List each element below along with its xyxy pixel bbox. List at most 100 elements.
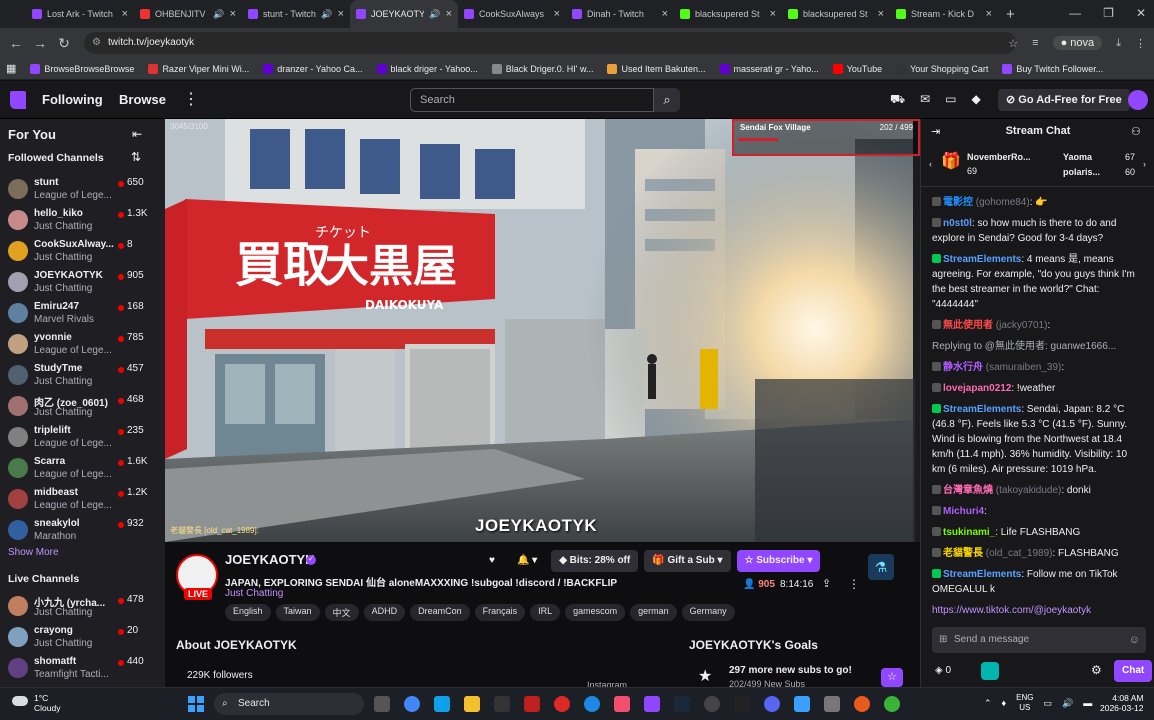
sidebar-channel-item[interactable]: yvonnie League of Lege... 785 — [0, 331, 165, 362]
tab-close-icon[interactable]: × — [446, 8, 452, 20]
sidebar-channel-item[interactable]: Scarra League of Lege... 1.6K — [0, 455, 165, 486]
clock[interactable]: 4:08 AM 2026-03-12 — [1100, 693, 1143, 713]
app-icon-10[interactable] — [884, 696, 900, 712]
nav-following[interactable]: Following — [42, 92, 103, 107]
browser-tab[interactable]: blacksupered St × — [674, 0, 782, 28]
browser-tab[interactable]: OHBENJITV 🔊 × — [134, 0, 242, 28]
chat-username[interactable]: StreamElements — [943, 254, 1021, 265]
more-options-icon[interactable]: ⋮ — [183, 89, 199, 109]
leaderboard-next-icon[interactable]: › — [1143, 159, 1146, 169]
site-info-icon[interactable]: ⚙ — [92, 32, 101, 54]
bookmark-star-icon[interactable]: ☆ — [1008, 37, 1018, 50]
stream-tag[interactable]: English — [225, 604, 271, 621]
back-icon[interactable]: ← — [4, 35, 28, 51]
app-icon-8[interactable] — [824, 696, 840, 712]
tab-close-icon[interactable]: × — [554, 8, 560, 20]
network-icon[interactable]: ▭ — [1043, 698, 1052, 709]
edge-icon[interactable] — [434, 696, 450, 712]
follow-heart-button[interactable]: ♥ — [481, 550, 503, 572]
steam-icon[interactable] — [674, 696, 690, 712]
sidebar-channel-item[interactable]: StudyTme Just Chatting 457 — [0, 362, 165, 393]
sidebar-channel-item[interactable]: 小九九 (yrcha... Just Chatting 478 — [0, 593, 165, 624]
tab-close-icon[interactable]: × — [662, 8, 668, 20]
gift-drop-icon[interactable]: ⚗ — [868, 554, 894, 580]
browser-tab[interactable]: JOEYKAOTYK 🔊 × — [350, 0, 458, 28]
tab-close-icon[interactable]: × — [122, 8, 128, 20]
bookmark-item[interactable]: Your Shopping Cart — [896, 63, 988, 74]
browser-tab[interactable]: Stream - Kick D × — [890, 0, 998, 28]
leaderboard-prev-icon[interactable]: ‹ — [929, 159, 932, 169]
stream-tag[interactable]: DreamCon — [410, 604, 470, 621]
notifications-button[interactable]: 🔔 ▾ — [509, 550, 545, 572]
bits-icon[interactable]: ◆ — [972, 92, 981, 108]
battery-icon[interactable]: ▬ — [1083, 698, 1092, 708]
app-icon-1[interactable] — [494, 696, 510, 712]
search-icon[interactable]: ⌕ — [654, 88, 680, 112]
video-player[interactable]: 買取 大黒屋 チケット DAIKOKUYA 3045/3100 Sendai F… — [165, 119, 920, 542]
subscribe-button[interactable]: ☆ Subscribe ▾ — [736, 550, 821, 572]
app-icon-3[interactable] — [554, 696, 570, 712]
user-avatar[interactable] — [1128, 90, 1148, 110]
tab-close-icon[interactable]: × — [878, 8, 884, 20]
stream-category[interactable]: Just Chatting — [225, 588, 283, 599]
sidebar-channel-item[interactable]: stunt League of Lege... 650 — [0, 176, 165, 207]
more-actions-icon[interactable]: ⋮ — [848, 577, 860, 591]
bits-button[interactable]: ◆ Bits: 28% off — [551, 550, 639, 572]
forward-icon[interactable]: → — [28, 35, 52, 51]
close-window-icon[interactable]: ✕ — [1136, 6, 1146, 20]
sidebar-channel-item[interactable]: 肉乙 (zoe_0601) Just Chatting 468 — [0, 393, 165, 424]
stream-tag[interactable]: german — [630, 604, 677, 621]
gift-sub-button[interactable]: 🎁 Gift a Sub ▾ — [644, 550, 731, 572]
sidebar-channel-item[interactable]: triplelift League of Lege... 235 — [0, 424, 165, 455]
browser-tab[interactable]: Lost Ark - Twitch × — [26, 0, 134, 28]
chat-send-button[interactable]: Chat — [1114, 660, 1153, 682]
app-icon-7[interactable] — [794, 696, 810, 712]
discord-icon[interactable] — [764, 696, 780, 712]
chat-settings-icon[interactable]: ⚙ — [1091, 663, 1102, 677]
whispers-icon[interactable]: ▭ — [945, 92, 956, 108]
sidebar-channel-item[interactable]: JOEYKAOTYK Just Chatting 905 — [0, 269, 165, 300]
bookmark-item[interactable]: Used Item Bakuten... — [607, 63, 706, 74]
chat-system-text[interactable]: https://www.tiktok.com/@joeykaotyk — [932, 605, 1091, 616]
chat-username[interactable]: 台灣章魚燒 — [943, 485, 993, 496]
share-icon[interactable]: ⇪ — [822, 577, 831, 590]
stream-tag[interactable]: IRL — [530, 604, 561, 621]
channel-points[interactable]: ◈ 0 — [935, 665, 951, 676]
sort-icon[interactable]: ⇅ — [131, 150, 141, 164]
bookmark-item[interactable]: masserati gr - Yaho... — [719, 63, 819, 74]
volume-icon[interactable]: 🔊 — [1062, 698, 1073, 709]
tab-close-icon[interactable]: × — [986, 8, 992, 20]
stream-tag[interactable]: Taiwan — [275, 604, 320, 621]
bookmark-item[interactable]: dranzer - Yahoo Ca... — [263, 63, 363, 74]
app-icon-6[interactable] — [734, 696, 750, 712]
show-more-link[interactable]: Show More — [8, 547, 59, 558]
streamer-name[interactable]: JOEYKAOTYK — [225, 552, 315, 567]
tab-close-icon[interactable]: × — [230, 8, 236, 20]
bookmark-item[interactable]: YouTube — [832, 63, 882, 74]
sidebar-channel-item[interactable]: crayong Just Chatting 20 — [0, 624, 165, 655]
emote-picker-icon[interactable]: ☺ — [1129, 627, 1140, 653]
app-icon-9[interactable] — [854, 696, 870, 712]
bookmark-item[interactable]: Buy Twitch Follower... — [1002, 63, 1103, 74]
chat-username[interactable]: n0st0l — [943, 218, 972, 229]
sidebar-channel-item[interactable]: midbeast League of Lege... 1.2K — [0, 486, 165, 517]
file-explorer-icon[interactable] — [464, 696, 480, 712]
weather-widget[interactable]: 1°C Cloudy — [34, 693, 60, 713]
tab-audio-icon[interactable]: 🔊 — [213, 9, 224, 20]
prime-loot-icon[interactable]: ⛟ — [890, 92, 905, 108]
twitch-logo-icon[interactable] — [10, 91, 26, 109]
language-indicator[interactable]: ENG US — [1016, 693, 1033, 713]
browser-tab[interactable]: CookSuxAlways × — [458, 0, 566, 28]
tray-overflow-icon[interactable]: ⌃ — [984, 698, 992, 709]
task-view-icon[interactable] — [374, 696, 390, 712]
url-field[interactable]: ⚙ twitch.tv/joeykaotyk — [84, 32, 1016, 54]
stream-tag[interactable]: Germany — [681, 604, 735, 621]
app-icon-4[interactable] — [584, 696, 600, 712]
chat-username[interactable]: tsukinami_ — [943, 527, 995, 538]
chat-username[interactable]: lovejapan0212 — [943, 383, 1011, 394]
chat-username[interactable]: StreamElements — [943, 569, 1021, 580]
inbox-icon[interactable]: ✉ — [920, 92, 930, 108]
new-tab-button[interactable]: + — [1006, 6, 1015, 23]
sidebar-channel-item[interactable]: hello_kiko Just Chatting 1.3K — [0, 207, 165, 238]
bookmark-item[interactable]: Razer Viper Mini Wi... — [148, 63, 249, 74]
